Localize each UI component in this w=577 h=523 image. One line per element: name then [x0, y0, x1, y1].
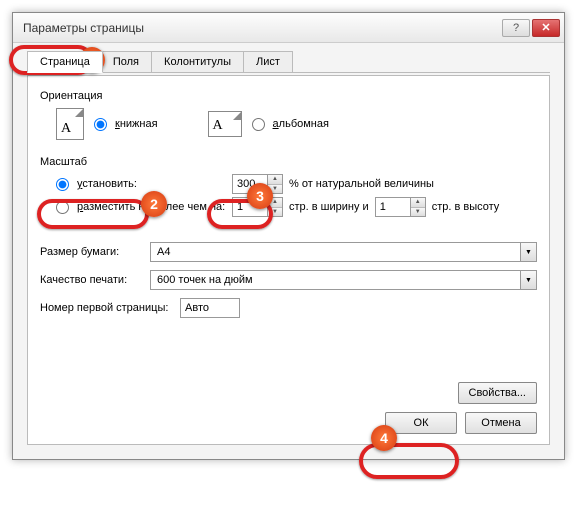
window-title: Параметры страницы	[23, 21, 500, 35]
adjust-spinner[interactable]: ▲▼	[232, 174, 283, 194]
fit-wide-input[interactable]	[233, 198, 267, 216]
up-arrow-icon[interactable]: ▲	[411, 198, 425, 208]
print-quality-label: Качество печати:	[40, 274, 150, 286]
chevron-down-icon[interactable]: ▼	[520, 243, 536, 261]
first-page-input[interactable]	[180, 298, 240, 318]
portrait-radio-input[interactable]	[94, 118, 107, 131]
tab-headerfooter[interactable]: Колонтитулы	[151, 51, 244, 72]
down-arrow-icon[interactable]: ▼	[268, 208, 282, 217]
adjust-radio-input[interactable]	[56, 178, 69, 191]
first-page-row: Номер первой страницы:	[40, 298, 537, 318]
cancel-button[interactable]: Отмена	[465, 412, 537, 434]
titlebar: Параметры страницы ? ✕	[13, 13, 564, 43]
help-button[interactable]: ?	[502, 19, 530, 37]
adjust-suffix: % от натуральной величины	[289, 178, 434, 190]
portrait-icon	[56, 108, 84, 140]
tab-page[interactable]: Страница	[27, 51, 103, 73]
scale-fit-row: разместить не более чем на: ▲▼ стр. в ши…	[56, 197, 537, 217]
paper-size-label: Размер бумаги:	[40, 246, 150, 258]
orientation-label: Ориентация	[40, 90, 537, 102]
paper-size-select[interactable]: A4 ▼	[150, 242, 537, 262]
fit-tall-suffix: стр. в высоту	[432, 201, 500, 213]
adjust-value-input[interactable]	[233, 175, 267, 193]
scale-adjust-row: установить: ▲▼ % от натуральной величины	[56, 174, 537, 194]
fit-wide-suffix: стр. в ширину и	[289, 201, 369, 213]
ok-button[interactable]: ОК	[385, 412, 457, 434]
print-quality-select[interactable]: 600 точек на дюйм ▼	[150, 270, 537, 290]
fit-radio[interactable]: разместить не более чем на:	[56, 201, 226, 214]
landscape-radio[interactable]: альбомная	[252, 118, 329, 131]
callout-ring-4	[359, 443, 459, 479]
down-arrow-icon[interactable]: ▼	[411, 208, 425, 217]
landscape-icon	[208, 111, 242, 137]
scale-label: Масштаб	[40, 156, 537, 168]
adjust-radio-label: установить:	[77, 178, 137, 190]
adjust-radio[interactable]: установить:	[56, 178, 226, 191]
paper-size-row: Размер бумаги: A4 ▼	[40, 242, 537, 262]
landscape-radio-input[interactable]	[252, 118, 265, 131]
down-arrow-icon[interactable]: ▼	[268, 185, 282, 194]
dialog-body: Страница Поля Колонтитулы Лист Ориентаци…	[13, 43, 564, 459]
tab-sheet[interactable]: Лист	[243, 51, 293, 72]
fit-tall-input[interactable]	[376, 198, 410, 216]
landscape-radio-label: альбомная	[273, 118, 329, 130]
tab-strip: Страница Поля Колонтитулы Лист	[27, 51, 550, 73]
chevron-down-icon[interactable]: ▼	[520, 271, 536, 289]
fit-wide-spinner[interactable]: ▲▼	[232, 197, 283, 217]
print-quality-value: 600 точек на дюйм	[151, 274, 520, 286]
fit-radio-label: разместить не более чем на:	[77, 201, 225, 213]
first-page-label: Номер первой страницы:	[40, 302, 180, 314]
print-quality-row: Качество печати: 600 точек на дюйм ▼	[40, 270, 537, 290]
up-arrow-icon[interactable]: ▲	[268, 175, 282, 185]
orientation-row: книжная альбомная	[56, 108, 537, 140]
up-arrow-icon[interactable]: ▲	[268, 198, 282, 208]
properties-button[interactable]: Свойства...	[458, 382, 537, 404]
paper-size-value: A4	[151, 246, 520, 258]
dialog-window: Параметры страницы ? ✕ Страница Поля Кол…	[12, 12, 565, 460]
portrait-radio[interactable]: книжная	[94, 118, 158, 131]
tab-panel: Ориентация книжная альбомная Масштаб	[27, 75, 550, 445]
portrait-radio-label: книжная	[115, 118, 158, 130]
close-button[interactable]: ✕	[532, 19, 560, 37]
fit-tall-spinner[interactable]: ▲▼	[375, 197, 426, 217]
fit-radio-input[interactable]	[56, 201, 69, 214]
